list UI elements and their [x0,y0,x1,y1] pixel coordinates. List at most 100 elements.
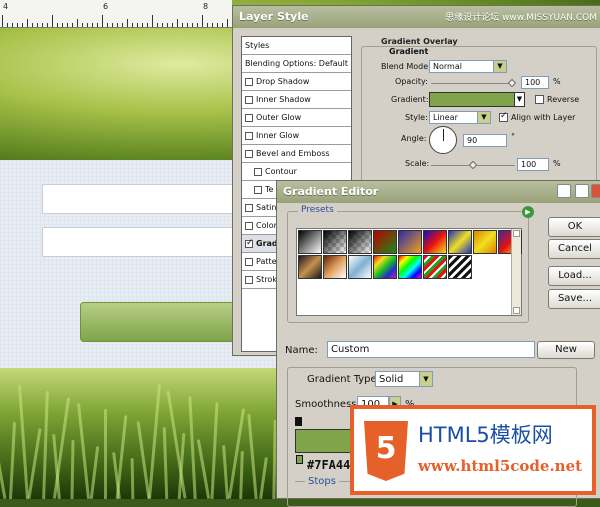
new-button[interactable]: New [537,341,595,359]
gradient-overlay-title: Gradient Overlay [379,37,460,46]
checkbox[interactable] [245,203,253,212]
checkbox[interactable] [245,149,253,158]
checkbox[interactable] [245,131,253,140]
style-item-label: Grad [256,239,278,248]
style-item-inner-glow[interactable]: Inner Glow [242,127,351,145]
checkbox[interactable] [254,185,262,194]
checkbox[interactable] [245,77,253,86]
scale-label: Scale: [405,159,430,168]
html5code-watermark: 5 HTML5模板网 www.html5code.net [350,405,596,495]
ruler-tick [192,23,193,27]
reverse-checkbox[interactable] [535,95,544,104]
ruler-tick [2,15,3,27]
ruler-tick [17,23,18,27]
ruler-tick [187,23,188,27]
gradient-preset-swatch[interactable] [373,255,397,279]
checkbox[interactable] [245,275,253,284]
opacity-stop-left[interactable] [295,417,302,426]
ruler-tick [202,15,203,27]
presets-label: Presets [298,205,337,215]
layer-style-title-text: Layer Style [239,10,309,23]
style-item-inner-shadow[interactable]: Inner Shadow [242,91,351,109]
scale-slider[interactable] [431,160,515,170]
load-button[interactable]: Load... [548,266,600,286]
minimize-icon[interactable] [557,184,571,198]
grass-blade [210,401,219,499]
checkbox[interactable] [245,95,253,104]
ruler-tick [52,15,53,27]
ruler-tick [157,23,158,27]
checkbox[interactable] [245,113,253,122]
mockup-input-1 [42,184,242,214]
style-item-contour[interactable]: Contour [242,163,351,181]
gradient-preset-swatch[interactable] [398,230,422,254]
gradient-preset-swatch[interactable] [473,230,497,254]
presets-menu-icon[interactable]: ▶ [522,206,534,218]
ruler-tick [167,23,168,27]
mockup-input-2 [42,227,242,257]
gradient-preset-swatch[interactable] [423,255,447,279]
gradient-preset-swatch[interactable] [323,255,347,279]
degree-sign: ° [511,132,515,141]
maximize-icon[interactable] [575,184,589,198]
percent-sign: % [553,77,561,86]
angle-needle [443,129,444,141]
stops-label: Stops [305,476,339,487]
ruler-tick [112,23,113,27]
style-label: Style: [405,113,428,122]
opacity-slider[interactable] [431,78,517,88]
ruler-tick [47,23,48,27]
gradient-preset-swatch[interactable] [398,255,422,279]
scale-input[interactable]: 100 [517,158,549,171]
grass-blade [76,403,91,499]
ruler-tick [102,15,103,27]
gradient-preset-swatch[interactable] [298,255,322,279]
style-item-bevel-emboss[interactable]: Bevel and Emboss [242,145,351,163]
chevron-down-icon[interactable]: ▼ [514,93,524,106]
style-item-label: Styles [245,41,270,50]
style-item-blending-options[interactable]: Blending Options: Default [242,55,351,73]
style-item-outer-glow[interactable]: Outer Glow [242,109,351,127]
save-button[interactable]: Save... [548,289,600,309]
gradient-preset-swatch[interactable] [348,230,372,254]
gradient-type-select[interactable]: Solid ▼ [375,371,433,387]
style-select[interactable]: Linear ▼ [429,111,491,124]
gradient-preset-swatch[interactable] [323,230,347,254]
ruler-tick [77,19,78,27]
blend-mode-select[interactable]: Normal ▼ [429,60,507,73]
opacity-input[interactable]: 100 [521,76,549,89]
grass-blade [0,459,7,499]
presets-scrollbar[interactable] [511,229,521,315]
gradient-preset-swatch[interactable] [348,255,372,279]
ruler-tick [42,23,43,27]
scroll-up-icon[interactable] [513,230,520,237]
ruler-tick [37,23,38,27]
angle-input[interactable]: 90 [463,134,507,147]
checkbox[interactable] [245,257,253,266]
gradient-section-title: Gradient [387,47,431,56]
close-icon[interactable] [591,184,600,198]
cancel-button[interactable]: Cancel [548,239,600,259]
scroll-down-icon[interactable] [513,307,520,314]
ruler-tick [127,19,128,27]
checkbox[interactable] [245,221,253,230]
angle-dial[interactable] [429,126,457,154]
ruler-tick [12,23,13,27]
style-item-drop-shadow[interactable]: Drop Shadow [242,73,351,91]
color-stop[interactable] [296,455,303,464]
ok-button[interactable]: OK [548,217,600,237]
style-item-styles[interactable]: Styles [242,37,351,55]
style-item-label: Inner Shadow [256,95,311,104]
checkbox-checked[interactable] [245,238,254,248]
gradient-preset-swatch[interactable] [373,230,397,254]
gradient-preview[interactable]: ▼ [429,92,525,107]
gradient-preset-swatch[interactable] [448,255,472,279]
ruler-tick [122,23,123,27]
align-with-layer-checkbox[interactable] [499,111,508,122]
gradient-preset-swatch[interactable] [298,230,322,254]
gradient-preset-swatch[interactable] [423,230,447,254]
gradient-preset-swatch[interactable] [448,230,472,254]
checkbox[interactable] [254,167,262,176]
name-input[interactable]: Custom [327,341,535,358]
style-item-label: Contour [265,167,297,176]
